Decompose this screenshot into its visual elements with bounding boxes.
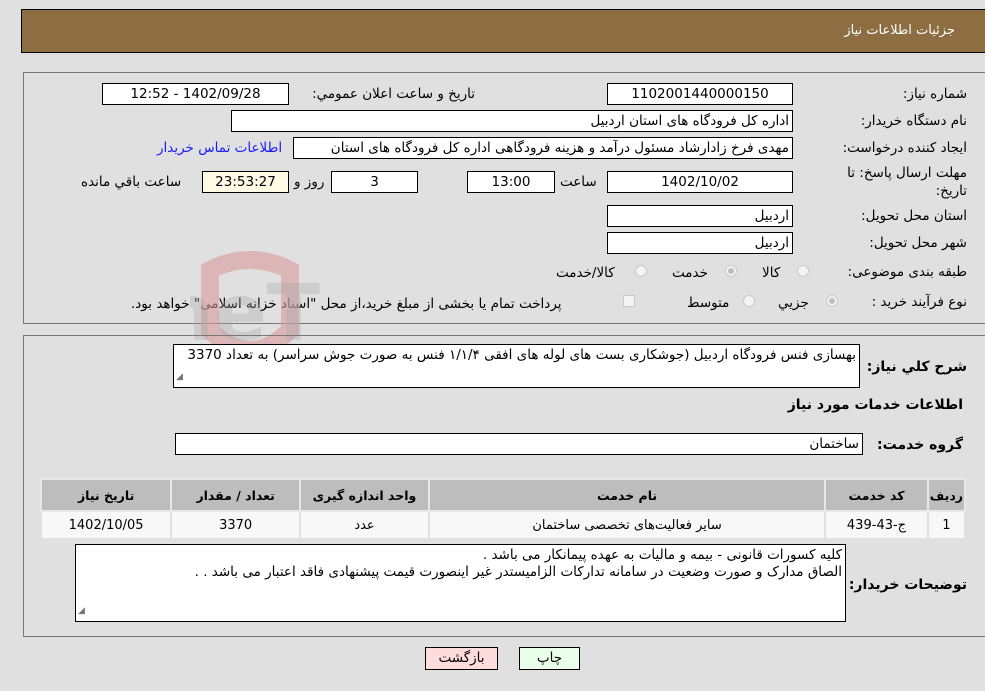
buyer-org-field[interactable]: اداره کل فرودگاه های استان اردبیل: [231, 110, 793, 132]
cell-need-date: 1402/10/05: [39, 510, 173, 540]
cell-service-name: سایر فعالیت‌های تخصصی ساختمان: [427, 510, 827, 540]
process-radio-medium[interactable]: [743, 295, 755, 307]
remaining-time-field: 23:53:27: [202, 171, 289, 193]
page-header: جزئیات اطلاعات نیاز: [21, 9, 985, 53]
col-header-unit: واحد اندازه گیری: [299, 478, 430, 512]
cell-row-number: 1: [926, 510, 967, 540]
deadline-label: مهلت ارسال پاسخ: تا تاریخ:: [847, 165, 967, 199]
category-option-service: خدمت: [672, 265, 708, 281]
buyer-contact-link[interactable]: اطلاعات تماس خریدار: [157, 140, 282, 156]
cell-quantity: 3370: [170, 510, 302, 540]
announce-datetime-field[interactable]: 1402/09/28 - 12:52: [102, 83, 289, 105]
days-label: روز و: [294, 174, 325, 190]
deadline-date-field[interactable]: 1402/10/02: [607, 171, 793, 193]
category-option-goods: کالا: [762, 265, 781, 281]
cell-unit: عدد: [299, 510, 430, 540]
category-radio-goods[interactable]: [797, 265, 809, 277]
buyer-org-label: نام دستگاه خریدار:: [860, 113, 967, 129]
buyer-notes-line-1: کلیه کسورات قانونی - بیمه و مالیات به عه…: [482, 547, 842, 563]
announce-label: تاریخ و ساعت اعلان عمومي:: [312, 86, 475, 102]
col-header-quantity: تعداد / مقدار: [170, 478, 302, 512]
table-header-row: ردیف کد خدمت نام خدمت واحد اندازه گیری ت…: [39, 478, 967, 512]
page-title: جزئیات اطلاعات نیاز: [844, 23, 955, 38]
need-number-label: شماره نیاز:: [902, 86, 967, 102]
buyer-notes-line-2: الصاق مدارک و صورت وضعیت در سامانه تدارک…: [194, 564, 842, 580]
service-group-field[interactable]: ساختمان: [175, 433, 863, 455]
category-option-goods-service: کالا/خدمت: [556, 265, 615, 281]
city-label: شهر محل تحویل:: [869, 235, 967, 251]
province-field[interactable]: اردبیل: [607, 205, 793, 227]
category-radio-goods-service[interactable]: [635, 265, 647, 277]
services-section-title: اطلاعات خدمات مورد نیاز: [787, 397, 963, 413]
col-header-need-date: تاریخ نیاز: [39, 478, 173, 512]
treasury-note: پرداخت تمام یا بخشی از مبلغ خرید،از محل …: [131, 296, 562, 312]
resize-grip-icon[interactable]: ◢: [176, 369, 183, 386]
buyer-notes-textarea[interactable]: کلیه کسورات قانونی - بیمه و مالیات به عه…: [75, 544, 846, 622]
back-button[interactable]: بازگشت: [425, 647, 498, 670]
table-row: 1 ج-43-439 سایر فعالیت‌های تخصصی ساختمان…: [39, 510, 967, 540]
service-group-label: گروه خدمت:: [877, 437, 963, 453]
col-header-row-number: ردیف: [926, 478, 967, 512]
col-header-service-code: کد خدمت: [824, 478, 929, 512]
remaining-time-label: ساعت باقي مانده: [81, 174, 182, 190]
cell-service-code: ج-43-439: [824, 510, 929, 540]
category-radio-service[interactable]: [725, 265, 737, 277]
treasury-checkbox[interactable]: [623, 295, 635, 307]
services-table: ردیف کد خدمت نام خدمت واحد اندازه گیری ت…: [39, 478, 967, 540]
process-option-minor: جزيي: [778, 295, 809, 311]
creator-label: ایجاد کننده درخواست:: [842, 140, 967, 156]
province-label: استان محل تحویل:: [861, 208, 967, 224]
process-option-medium: متوسط: [687, 295, 730, 311]
print-button[interactable]: چاپ: [519, 647, 580, 670]
description-text: بهسازی فنس فرودگاه اردبیل (جوشکاری بست ه…: [187, 347, 856, 363]
days-remaining-field[interactable]: 3: [331, 171, 418, 193]
col-header-service-name: نام خدمت: [427, 478, 827, 512]
description-label: شرح کلي نیاز:: [866, 359, 967, 375]
process-radio-minor[interactable]: [826, 295, 838, 307]
process-label: نوع فرآیند خرید :: [871, 294, 967, 310]
buyer-notes-label: توضیحات خریدار:: [848, 577, 967, 593]
deadline-time-label: ساعت: [560, 174, 597, 190]
deadline-time-field[interactable]: 13:00: [467, 171, 555, 193]
creator-field[interactable]: مهدی فرخ زادارشاد مسئول درآمد و هزینه فر…: [293, 137, 793, 159]
category-label: طبقه بندی موضوعی:: [847, 264, 967, 280]
need-number-field[interactable]: 1102001440000150: [607, 83, 793, 105]
city-field[interactable]: اردبیل: [607, 232, 793, 254]
description-textarea[interactable]: بهسازی فنس فرودگاه اردبیل (جوشکاری بست ه…: [173, 344, 860, 388]
resize-grip-icon[interactable]: ◢: [78, 603, 85, 620]
